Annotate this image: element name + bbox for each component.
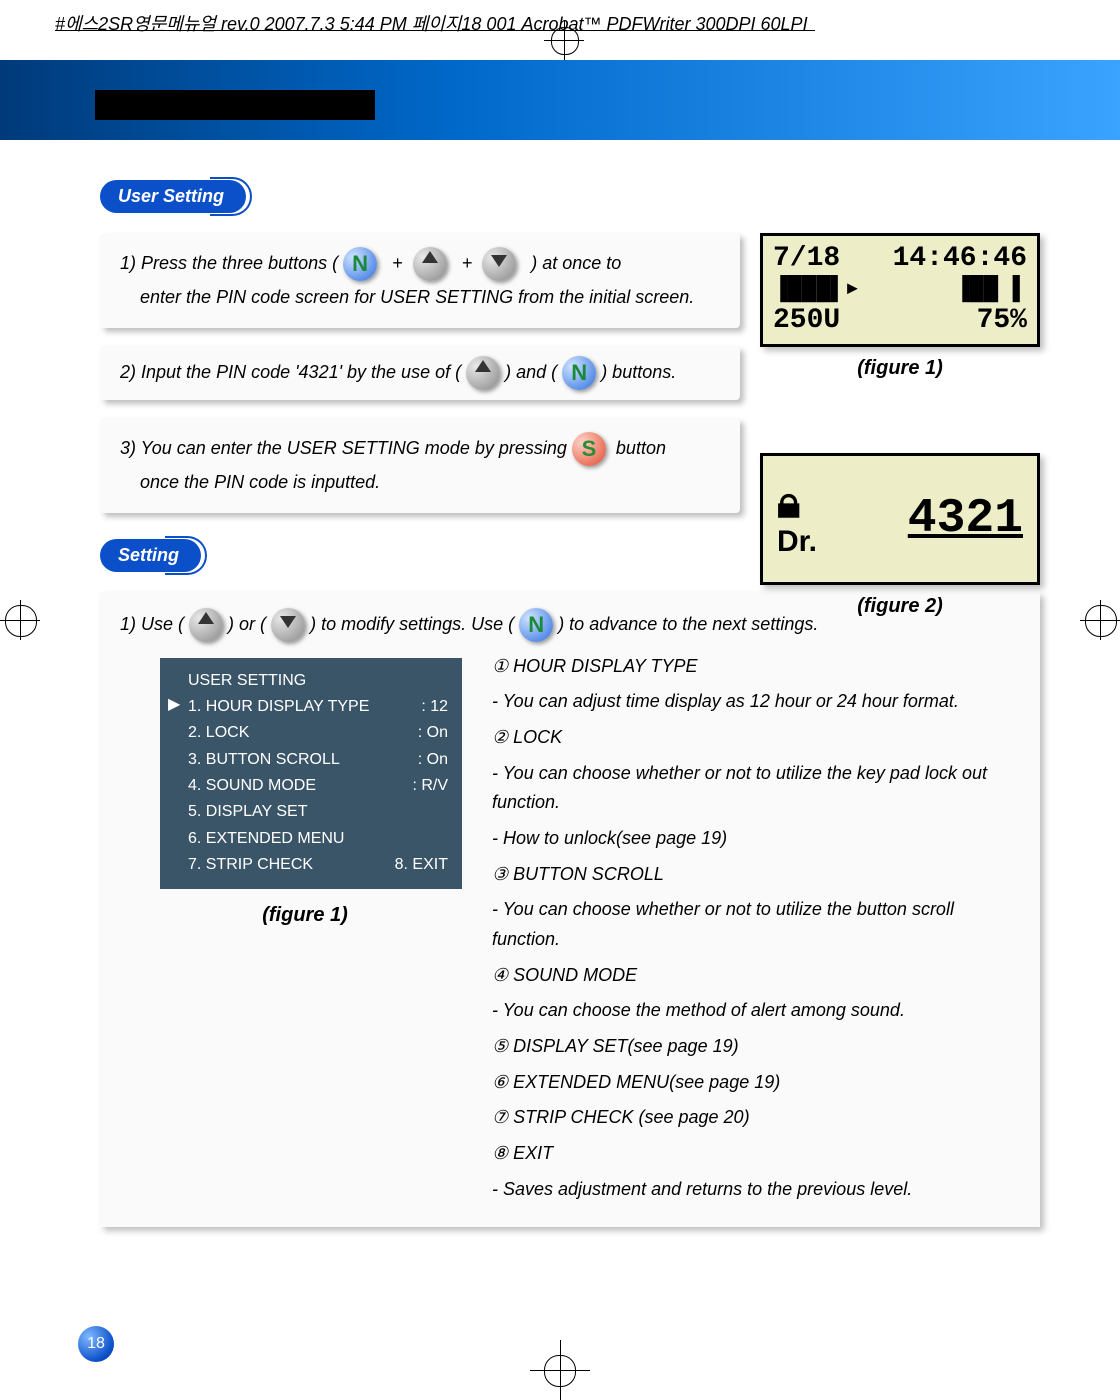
step1-line2: enter the PIN code screen for USER SETTI… [140, 287, 694, 307]
figure-1-caption: (figure 1) [760, 357, 1040, 380]
header-crop-line [55, 30, 815, 31]
desc-exit-body: - Saves adjustment and returns to the pr… [492, 1175, 1020, 1205]
step2-text-pre: 2) Input the PIN code '4321' by the use … [120, 362, 461, 382]
step2-text-post: ) buttons. [601, 362, 676, 382]
desc-button-scroll-body: - You can choose whether or not to utili… [492, 895, 1020, 954]
section-title-bar [95, 90, 375, 120]
step1-text-pre: 1) Press the three buttons ( [120, 253, 338, 273]
battery-icon-2: ▐██ ▌ [955, 276, 1027, 305]
lcd1-pct: 75% [977, 304, 1027, 338]
up-button-icon [413, 247, 447, 281]
desc-hour-display-title: ① HOUR DISPLAY TYPE [492, 652, 1020, 682]
plus-sign-1: + [392, 253, 403, 273]
down-button-icon [271, 608, 305, 642]
desc-lock-title: ② LOCK [492, 723, 1020, 753]
menu-title: USER SETTING [188, 668, 448, 694]
figure-2-block: 🔒︎ Dr. 4321 (figure 2) [760, 453, 1040, 618]
menu-row: 1. HOUR DISPLAY TYPE : 12 [188, 694, 448, 720]
plus-sign-2: + [462, 253, 473, 273]
crop-registration-left [0, 600, 40, 640]
figure-2-caption: (figure 2) [760, 595, 1040, 618]
menu-row: 7. STRIP CHECK 8. EXIT [188, 852, 448, 878]
desc-sound-mode-title: ④ SOUND MODE [492, 961, 1020, 991]
user-setting-heading-label: User Setting [118, 186, 224, 206]
n-button-icon: N [562, 356, 596, 390]
desc-exit-title: ⑧ EXIT [492, 1139, 1020, 1169]
up-button-icon [466, 356, 500, 390]
desc-display-set-title: ⑤ DISPLAY SET(see page 19) [492, 1032, 1020, 1062]
pill-border-decoration [165, 536, 207, 575]
lcd1-units: 250U [773, 304, 840, 338]
down-button-icon [482, 247, 516, 281]
step-2-box: 2) Input the PIN code '4321' by the use … [100, 346, 740, 400]
menu-item-value: : On [418, 747, 448, 773]
lcd2-pin: 4321 [908, 493, 1023, 546]
menu-item-value: 8. EXIT [395, 852, 448, 878]
desc-lock-body-1: - You can choose whether or not to utili… [492, 759, 1020, 818]
desc-sound-mode-body: - You can choose the method of alert amo… [492, 996, 1020, 1026]
step-1-box: 1) Press the three buttons ( N + + ) at … [100, 233, 740, 328]
step3-line2: once the PIN code is inputted. [140, 472, 380, 492]
menu-pointer-icon: ▶ [168, 692, 180, 718]
n-button-icon: N [519, 608, 553, 642]
step-3-box: 3) You can enter the USER SETTING mode b… [100, 418, 740, 513]
menu-item-label: 1. HOUR DISPLAY TYPE [188, 694, 369, 720]
setting-intro-pre: 1) Use ( [120, 613, 184, 633]
lcd-screen-1: 7/18 14:46:46 ▐███▌▸ ▐██ ▌ 250U 75% [760, 233, 1040, 347]
crop-registration-bottom [540, 1350, 580, 1390]
user-setting-heading: User Setting [100, 180, 246, 213]
menu-item-value: : R/V [412, 773, 448, 799]
setting-panel: 1) Use ( ) or ( ) to modify settings. Us… [100, 592, 1040, 1227]
menu-item-label: 4. SOUND MODE [188, 773, 316, 799]
step2-text-mid: ) and ( [505, 362, 557, 382]
step3-text-pre: 3) You can enter the USER SETTING mode b… [120, 438, 567, 458]
user-setting-menu: ▶ USER SETTING 1. HOUR DISPLAY TYPE: 12 … [160, 658, 462, 889]
up-button-icon [189, 608, 223, 642]
setting-intro-mid1: ) or ( [228, 613, 266, 633]
menu-row: 5. DISPLAY SET [188, 799, 448, 825]
menu-item-label: 6. EXTENDED MENU [188, 826, 344, 852]
setting-intro-mid2: ) to modify settings. Use ( [310, 613, 514, 633]
step3-text-post: button [616, 438, 666, 458]
desc-extended-menu-title: ⑥ EXTENDED MENU(see page 19) [492, 1068, 1020, 1098]
menu-item-label: 2. LOCK [188, 720, 249, 746]
crop-registration-right [1080, 600, 1120, 640]
pill-border-decoration [210, 177, 252, 216]
figure-1-block: 7/18 14:46:46 ▐███▌▸ ▐██ ▌ 250U 75% (figure… [760, 233, 1040, 380]
battery-icon: ▐███▌▸ [773, 276, 859, 305]
menu-item-label: 5. DISPLAY SET [188, 799, 307, 825]
desc-button-scroll-title: ③ BUTTON SCROLL [492, 860, 1020, 890]
desc-strip-check-title: ⑦ STRIP CHECK (see page 20) [492, 1103, 1020, 1133]
menu-row: 3. BUTTON SCROLL : On [188, 747, 448, 773]
step1-text-post: ) at once to [531, 253, 621, 273]
lcd1-date: 7/18 [773, 242, 840, 276]
menu-row: 4. SOUND MODE : R/V [188, 773, 448, 799]
menu-item-label: 3. BUTTON SCROLL [188, 747, 340, 773]
s-button-icon: S [572, 432, 606, 466]
n-button-icon: N [343, 247, 377, 281]
menu-row: 2. LOCK : On [188, 720, 448, 746]
settings-descriptions: ① HOUR DISPLAY TYPE - You can adjust tim… [492, 642, 1020, 1211]
menu-item-value: : 12 [421, 694, 448, 720]
menu-item-label: 7. STRIP CHECK [188, 852, 313, 878]
crop-registration-top [544, 20, 584, 60]
page-number-badge: 18 [78, 1326, 114, 1362]
desc-lock-body-2: - How to unlock(see page 19) [492, 824, 1020, 854]
lcd-screen-2: 🔒︎ Dr. 4321 [760, 453, 1040, 585]
desc-hour-display-body: - You can adjust time display as 12 hour… [492, 687, 1020, 717]
menu-item-value: : On [418, 720, 448, 746]
lock-icon: 🔒︎ [777, 481, 817, 525]
menu-row: 6. EXTENDED MENU [188, 826, 448, 852]
setting-heading: Setting [100, 539, 201, 572]
lcd2-dr-label: Dr. [777, 525, 817, 558]
lcd1-time: 14:46:46 [893, 242, 1027, 276]
menu-figure-caption: (figure 1) [160, 899, 450, 932]
